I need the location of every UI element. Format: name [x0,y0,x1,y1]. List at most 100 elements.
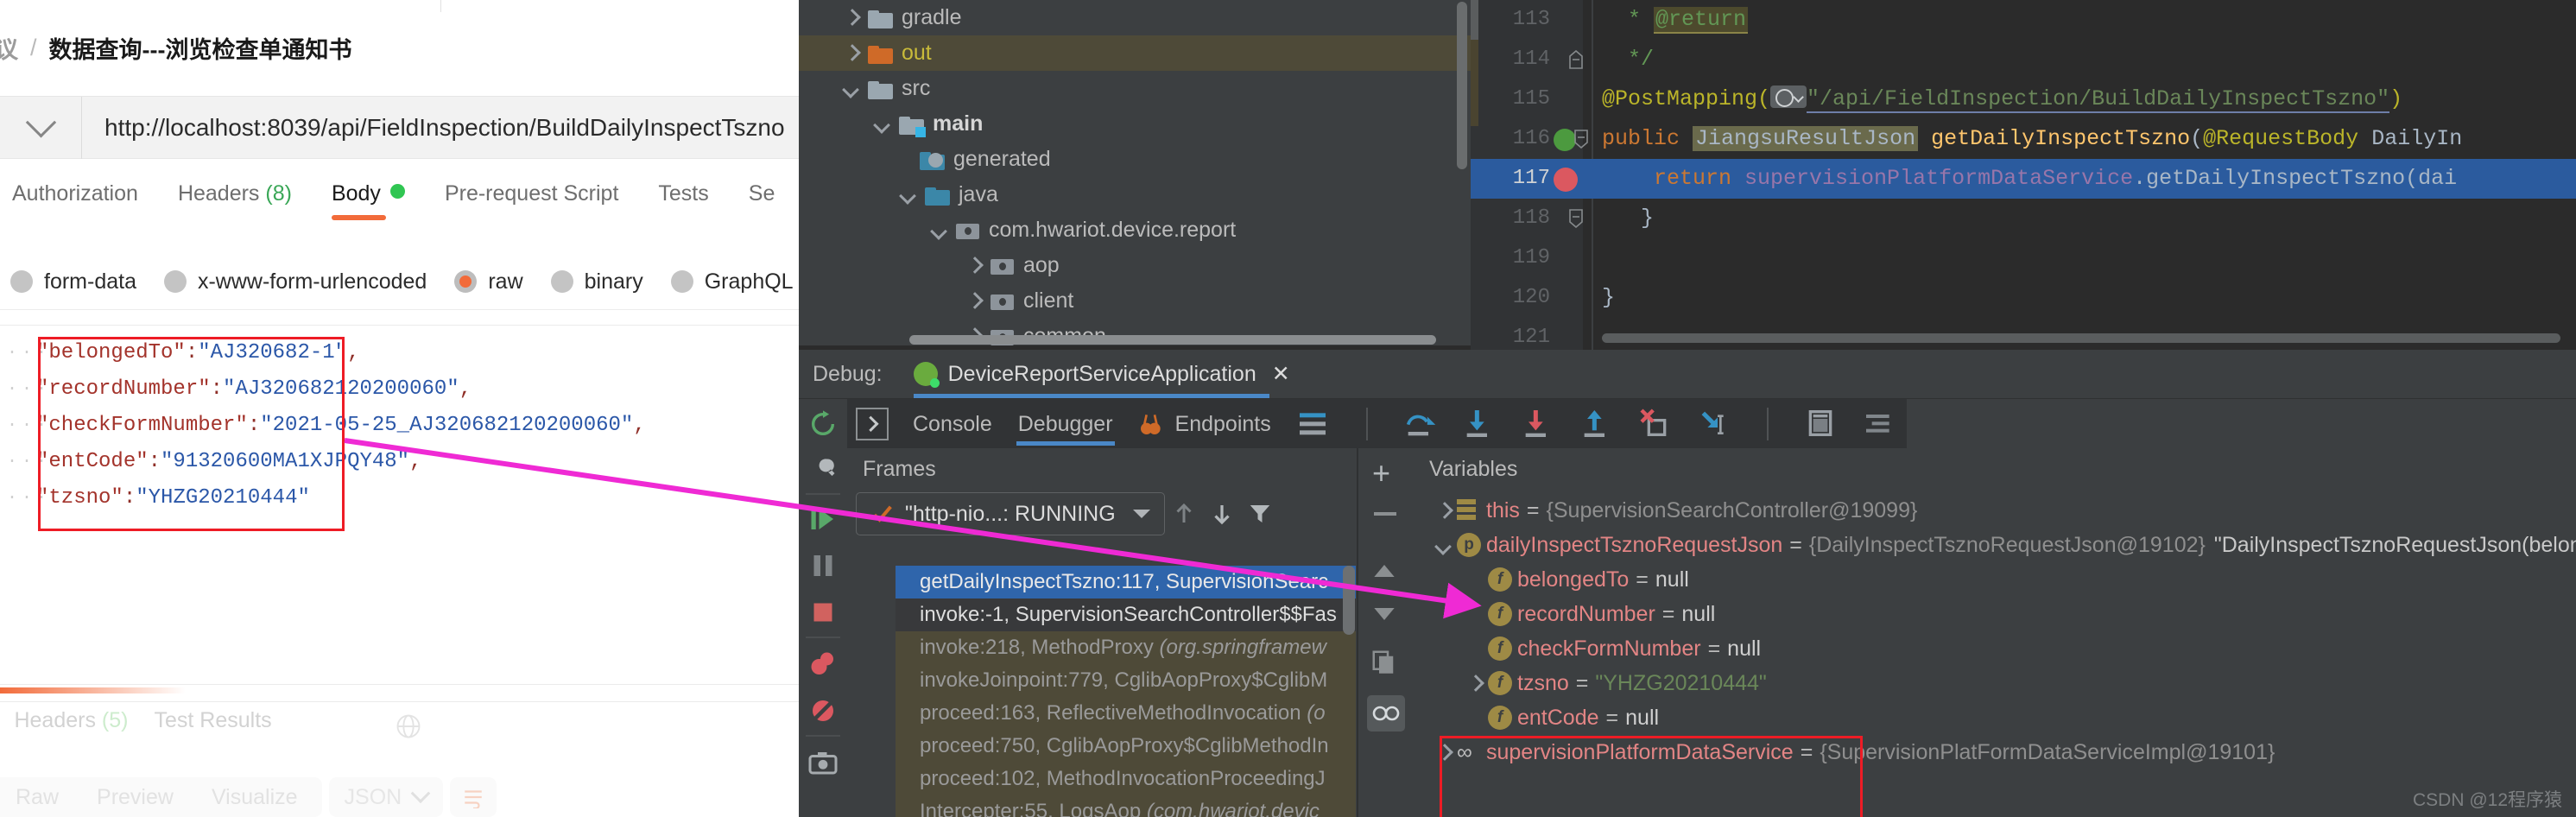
chevron-right-icon[interactable] [1462,666,1488,700]
frame-list[interactable]: getDailyInspectTszno:117, SupervisionSea… [896,566,1356,817]
frame-row[interactable]: proceed:102, MethodInvocationProceedingJ [896,763,1356,795]
chevron-right-icon[interactable] [963,290,985,313]
sort-icon[interactable] [1862,406,1898,442]
response-format-dropdown[interactable]: JSON [328,777,444,817]
radio-raw[interactable]: raw [454,269,523,294]
variable-row-belongedTo[interactable]: f belongedTo = null [1414,562,2576,597]
frame-row[interactable]: invoke:-1, SupervisionSearchController$$… [896,598,1356,631]
view-breakpoints-icon[interactable] [807,649,839,680]
wrap-lines-button[interactable] [450,777,497,817]
plus-icon[interactable]: + [1372,458,1390,489]
globe-icon[interactable] [396,713,421,739]
copy-icon[interactable] [1370,649,1396,679]
rerun-button[interactable] [799,399,847,449]
url-input[interactable]: http://localhost:8039/api/FieldInspectio… [82,114,799,142]
frame-row[interactable]: Intercepter:55, LogsAop (com.hwariot.dev… [896,795,1356,817]
tree-item-generated[interactable]: generated [799,142,1471,177]
frames-filter-button[interactable] [1241,501,1279,527]
seg-visualize[interactable]: Visualize [193,785,317,810]
seg-preview[interactable]: Preview [78,785,193,810]
frame-row[interactable]: proceed:163, ReflectiveMethodInvocation … [896,697,1356,730]
tree-item-main[interactable]: main [799,106,1471,142]
tree-item-gradle[interactable]: gradle [799,0,1471,35]
evaluate-icon[interactable] [1803,406,1839,442]
variable-row-entCode[interactable]: f entCode = null [1414,700,2576,735]
debug-session-tab[interactable]: DeviceReportServiceApplication ✕ [913,350,1290,398]
frames-vertical-scrollbar[interactable] [1343,566,1355,635]
chevron-down-icon[interactable] [1431,528,1457,562]
chevron-right-icon[interactable] [963,255,985,277]
step-into-icon[interactable] [1461,406,1497,442]
radio-graphql[interactable]: GraphQL [670,269,794,294]
down-icon[interactable] [1372,605,1396,627]
frames-up-button[interactable] [1165,501,1203,527]
step-over-icon[interactable] [1402,406,1439,442]
tab-tests[interactable]: Tests [658,181,708,220]
tab-response-headers[interactable]: Headers (5) [14,708,128,733]
editor-horizontal-scrollbar[interactable] [1602,333,2560,343]
variables-tree[interactable]: this = {SupervisionSearchController@1909… [1414,493,2576,817]
code-fold-icon[interactable] [1567,50,1585,69]
run-to-cursor-icon[interactable] [1696,406,1732,442]
tab-test-results[interactable]: Test Results [154,708,271,733]
web-mapping-gutter-icon[interactable] [1770,86,1807,108]
settings-icon[interactable] [807,455,839,486]
variable-row-this[interactable]: this = {SupervisionSearchController@1909… [1414,493,2576,528]
tree-item-aop[interactable]: aop [799,248,1471,283]
chevron-right-icon[interactable] [1431,735,1457,770]
tree-vertical-scrollbar[interactable] [1457,2,1467,169]
radio-form-data[interactable]: form-data [10,269,136,294]
method-dropdown[interactable] [0,96,82,159]
watches-icon[interactable] [1367,695,1405,732]
drop-frame-icon[interactable] [1637,406,1674,442]
chevron-down-icon[interactable] [840,78,863,100]
tab-pre-request-script[interactable]: Pre-request Script [445,181,618,220]
chevron-right-icon[interactable] [856,408,889,440]
thread-selector[interactable]: "http-nio...: RUNNING [856,492,1165,535]
chevron-down-icon[interactable] [928,219,951,242]
tree-item-out[interactable]: out [799,35,1471,71]
frame-row[interactable]: invokeJoinpoint:779, CglibAopProxy$Cglib… [896,664,1356,697]
minus-icon[interactable] [1374,512,1396,516]
subtab-endpoints[interactable]: Endpoints [1174,399,1273,449]
up-icon[interactable] [1372,562,1396,584]
tab-settings[interactable]: Se [749,181,775,220]
tree-item-client[interactable]: client [799,283,1471,319]
step-out-icon[interactable] [1579,406,1615,442]
frames-down-button[interactable] [1203,501,1241,527]
chevron-right-icon[interactable] [1431,493,1457,528]
chevron-down-icon[interactable] [871,113,894,136]
request-body-editor[interactable]: ··· "belongedTo": "AJ320682-1", ··· "record… [0,335,799,560]
variable-row-dailyInspectTsznoRequestJson[interactable]: p dailyInspectTsznoRequestJson = {DailyI… [1414,528,2576,562]
close-icon[interactable]: ✕ [1272,361,1290,387]
breakpoint-icon[interactable] [1554,168,1578,192]
resume-icon[interactable] [807,504,839,535]
breadcrumb-current[interactable]: 数据查询---浏览检查单通知书 [49,31,352,65]
variable-row-tzsno[interactable]: f tzsno = "YHZG20210444" [1414,666,2576,700]
frame-row[interactable]: proceed:750, CglibAopProxy$CglibMethodIn [896,730,1356,763]
breadcrumb-parent[interactable]: 外协议 [0,31,18,65]
force-step-into-icon[interactable] [1520,406,1556,442]
tab-authorization[interactable]: Authorization [12,181,138,220]
radio-binary[interactable]: binary [550,269,643,294]
code-fold-icon[interactable] [1567,209,1585,228]
tab-body[interactable]: Body [331,181,405,220]
tree-item-package-root[interactable]: com.hwariot.device.report [799,212,1471,248]
frame-row[interactable]: invoke:218, MethodProxy (org.springframe… [896,631,1356,664]
tab-headers[interactable]: Headers (8) [178,181,292,220]
stop-icon[interactable] [807,597,839,628]
chevron-down-icon[interactable] [897,184,920,206]
layout-icon[interactable] [1295,406,1332,442]
tree-item-src[interactable]: src [799,71,1471,106]
pause-icon[interactable] [807,550,839,581]
code-fold-icon[interactable] [1573,130,1590,149]
chevron-right-icon[interactable] [840,42,863,65]
variable-row-supervisionPlatformDataService[interactable]: ∞ supervisionPlatformDataService = {Supe… [1414,735,2576,770]
subtab-console[interactable]: Console [911,399,994,449]
variable-row-checkFormNumber[interactable]: f checkFormNumber = null [1414,631,2576,666]
subtab-debugger[interactable]: Debugger [1016,399,1115,449]
screenshot-icon[interactable] [807,747,839,778]
mute-breakpoints-icon[interactable] [807,695,839,726]
tree-item-java[interactable]: java [799,177,1471,212]
tree-horizontal-scrollbar[interactable] [909,335,1436,345]
